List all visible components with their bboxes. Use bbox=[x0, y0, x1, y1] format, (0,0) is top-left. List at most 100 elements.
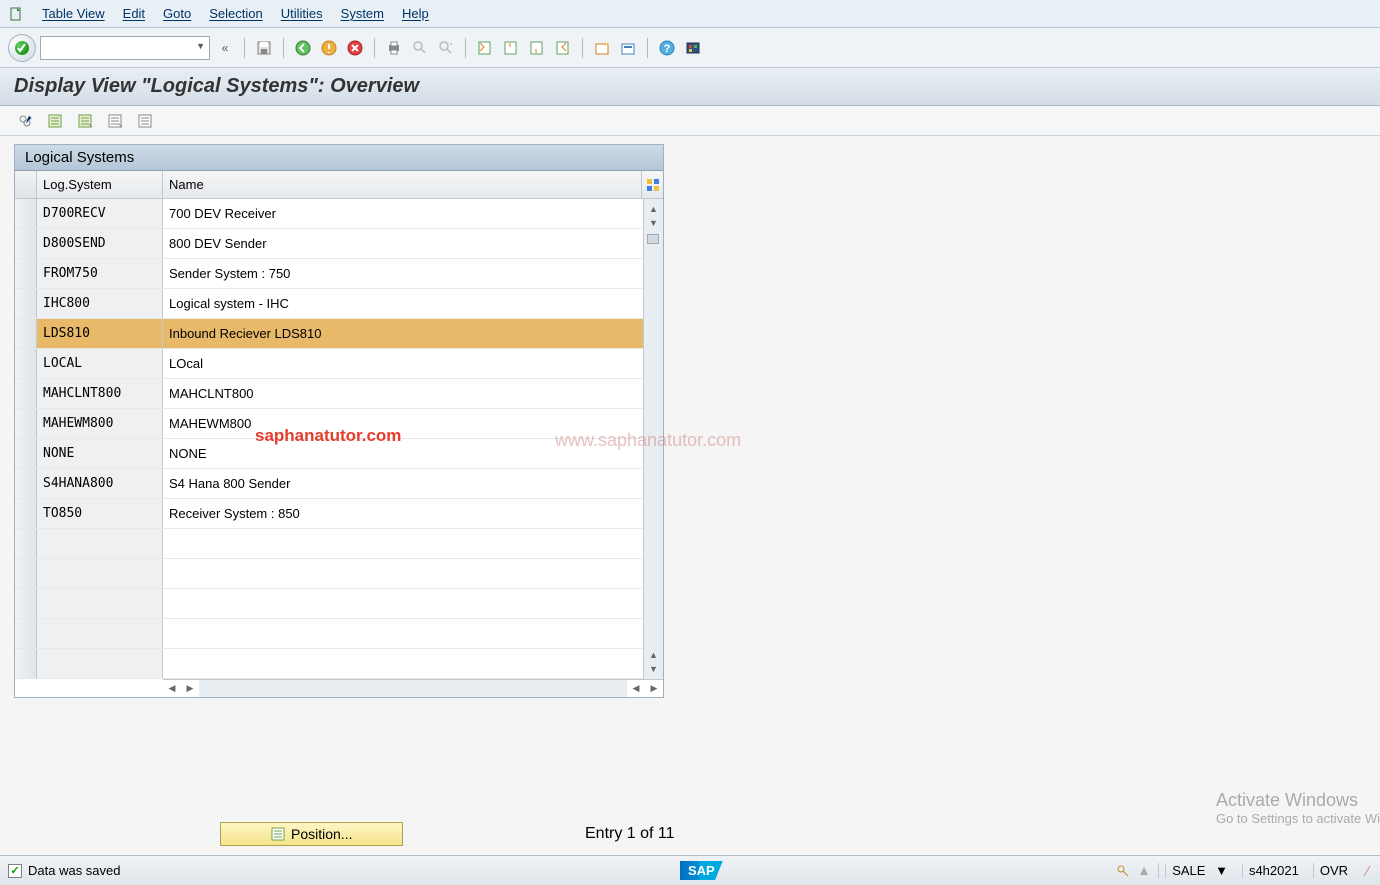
change-display-icon[interactable] bbox=[14, 110, 36, 132]
table-row[interactable]: LDS810Inbound Reciever LDS810 bbox=[15, 319, 643, 349]
exit-icon[interactable] bbox=[318, 37, 340, 59]
cell-log-system[interactable]: MAHCLNT800 bbox=[37, 379, 163, 408]
cell-log-system[interactable]: LDS810 bbox=[37, 319, 163, 348]
print-icon[interactable] bbox=[383, 37, 405, 59]
new-session-icon[interactable] bbox=[591, 37, 613, 59]
triangle-icon[interactable] bbox=[1138, 865, 1150, 877]
scroll-down-icon[interactable]: ▼ bbox=[647, 662, 661, 676]
cell-name[interactable]: S4 Hana 800 Sender bbox=[163, 469, 643, 498]
row-selector[interactable] bbox=[15, 499, 37, 528]
row-selector[interactable] bbox=[15, 229, 37, 258]
menu-edit[interactable]: Edit bbox=[123, 6, 145, 21]
cell-name bbox=[163, 559, 643, 588]
entry-counter: Entry 1 of 11 bbox=[585, 825, 675, 843]
menu-goto[interactable]: Goto bbox=[163, 6, 191, 21]
cell-log-system[interactable]: NONE bbox=[37, 439, 163, 468]
cell-log-system[interactable]: IHC800 bbox=[37, 289, 163, 318]
config-icon[interactable] bbox=[134, 110, 156, 132]
first-page-icon[interactable] bbox=[474, 37, 496, 59]
table-row[interactable]: TO850Receiver System : 850 bbox=[15, 499, 643, 529]
command-field[interactable] bbox=[40, 36, 210, 60]
enter-button[interactable] bbox=[8, 34, 36, 62]
table-row[interactable]: S4HANA800S4 Hana 800 Sender bbox=[15, 469, 643, 499]
cell-name[interactable]: LOcal bbox=[163, 349, 643, 378]
table-row[interactable]: IHC800Logical system - IHC bbox=[15, 289, 643, 319]
row-selector[interactable] bbox=[15, 319, 37, 348]
menu-table-view[interactable]: Table View bbox=[42, 6, 105, 21]
cell-name bbox=[163, 649, 643, 678]
prev-page-icon[interactable] bbox=[500, 37, 522, 59]
table-config-icon[interactable] bbox=[641, 171, 663, 198]
content-area: Logical Systems Log.System Name D700RECV… bbox=[0, 136, 1380, 706]
scroll-up-icon[interactable]: ▲ bbox=[647, 648, 661, 662]
row-selector[interactable] bbox=[15, 439, 37, 468]
collapse-icon[interactable]: « bbox=[214, 37, 236, 59]
cell-log-system[interactable]: MAHEWM800 bbox=[37, 409, 163, 438]
table-title: Logical Systems bbox=[15, 145, 663, 171]
horizontal-scrollbar[interactable]: ◀ ▶ ◀ ▶ bbox=[163, 679, 663, 697]
row-selector[interactable] bbox=[15, 259, 37, 288]
row-selector[interactable] bbox=[15, 469, 37, 498]
cell-name[interactable]: Receiver System : 850 bbox=[163, 499, 643, 528]
status-tcode[interactable]: SALE ▼ bbox=[1158, 863, 1234, 878]
find-next-icon[interactable] bbox=[435, 37, 457, 59]
row-selector[interactable] bbox=[15, 349, 37, 378]
scroll-left-icon[interactable]: ◀ bbox=[163, 680, 181, 697]
row-selector[interactable] bbox=[15, 289, 37, 318]
cancel-icon[interactable] bbox=[344, 37, 366, 59]
last-page-icon[interactable] bbox=[552, 37, 574, 59]
cell-log-system bbox=[37, 559, 163, 588]
find-icon[interactable] bbox=[409, 37, 431, 59]
row-selector[interactable] bbox=[15, 559, 37, 588]
menu-selection[interactable]: Selection bbox=[209, 6, 262, 21]
cell-log-system[interactable]: D800SEND bbox=[37, 229, 163, 258]
scroll-down-icon[interactable]: ▼ bbox=[647, 216, 661, 230]
cell-name[interactable]: Inbound Reciever LDS810 bbox=[163, 319, 643, 348]
cell-name[interactable]: 800 DEV Sender bbox=[163, 229, 643, 258]
cell-name[interactable]: 700 DEV Receiver bbox=[163, 199, 643, 228]
cell-log-system[interactable]: LOCAL bbox=[37, 349, 163, 378]
key-icon bbox=[1116, 864, 1130, 878]
table-row[interactable]: LOCALLOcal bbox=[15, 349, 643, 379]
menu-system[interactable]: System bbox=[341, 6, 384, 21]
cell-name[interactable]: Logical system - IHC bbox=[163, 289, 643, 318]
column-log-system[interactable]: Log.System bbox=[37, 171, 163, 198]
row-selector[interactable] bbox=[15, 589, 37, 618]
shortcut-icon[interactable] bbox=[617, 37, 639, 59]
column-name[interactable]: Name bbox=[163, 171, 641, 198]
select-all-icon[interactable] bbox=[44, 110, 66, 132]
layout-icon[interactable] bbox=[682, 37, 704, 59]
table-row[interactable]: MAHCLNT800MAHCLNT800 bbox=[15, 379, 643, 409]
row-selector[interactable] bbox=[15, 379, 37, 408]
cell-log-system[interactable]: FROM750 bbox=[37, 259, 163, 288]
row-selector[interactable] bbox=[15, 409, 37, 438]
svg-text:?: ? bbox=[664, 43, 671, 55]
deselect-all-icon[interactable] bbox=[104, 110, 126, 132]
scroll-right-icon[interactable]: ▶ bbox=[645, 680, 663, 697]
cell-log-system[interactable]: TO850 bbox=[37, 499, 163, 528]
row-selector[interactable] bbox=[15, 199, 37, 228]
scroll-grip[interactable] bbox=[647, 234, 659, 244]
table-row[interactable]: D800SEND800 DEV Sender bbox=[15, 229, 643, 259]
table-row[interactable]: FROM750Sender System : 750 bbox=[15, 259, 643, 289]
help-icon[interactable]: ? bbox=[656, 37, 678, 59]
menu-utilities[interactable]: Utilities bbox=[281, 6, 323, 21]
next-page-icon[interactable] bbox=[526, 37, 548, 59]
row-selector[interactable] bbox=[15, 619, 37, 648]
position-button[interactable]: Position... bbox=[220, 822, 403, 846]
row-selector-header[interactable] bbox=[15, 171, 37, 198]
cell-name[interactable]: MAHCLNT800 bbox=[163, 379, 643, 408]
cell-log-system[interactable]: D700RECV bbox=[37, 199, 163, 228]
back-icon[interactable] bbox=[292, 37, 314, 59]
scroll-up-icon[interactable]: ▲ bbox=[647, 202, 661, 216]
scroll-left-icon[interactable]: ◀ bbox=[627, 680, 645, 697]
cell-log-system[interactable]: S4HANA800 bbox=[37, 469, 163, 498]
row-selector[interactable] bbox=[15, 529, 37, 558]
select-block-icon[interactable] bbox=[74, 110, 96, 132]
cell-name[interactable]: Sender System : 750 bbox=[163, 259, 643, 288]
row-selector[interactable] bbox=[15, 649, 37, 678]
table-row[interactable]: D700RECV700 DEV Receiver bbox=[15, 199, 643, 229]
menu-help[interactable]: Help bbox=[402, 6, 429, 21]
save-icon[interactable] bbox=[253, 37, 275, 59]
scroll-right-icon[interactable]: ▶ bbox=[181, 680, 199, 697]
